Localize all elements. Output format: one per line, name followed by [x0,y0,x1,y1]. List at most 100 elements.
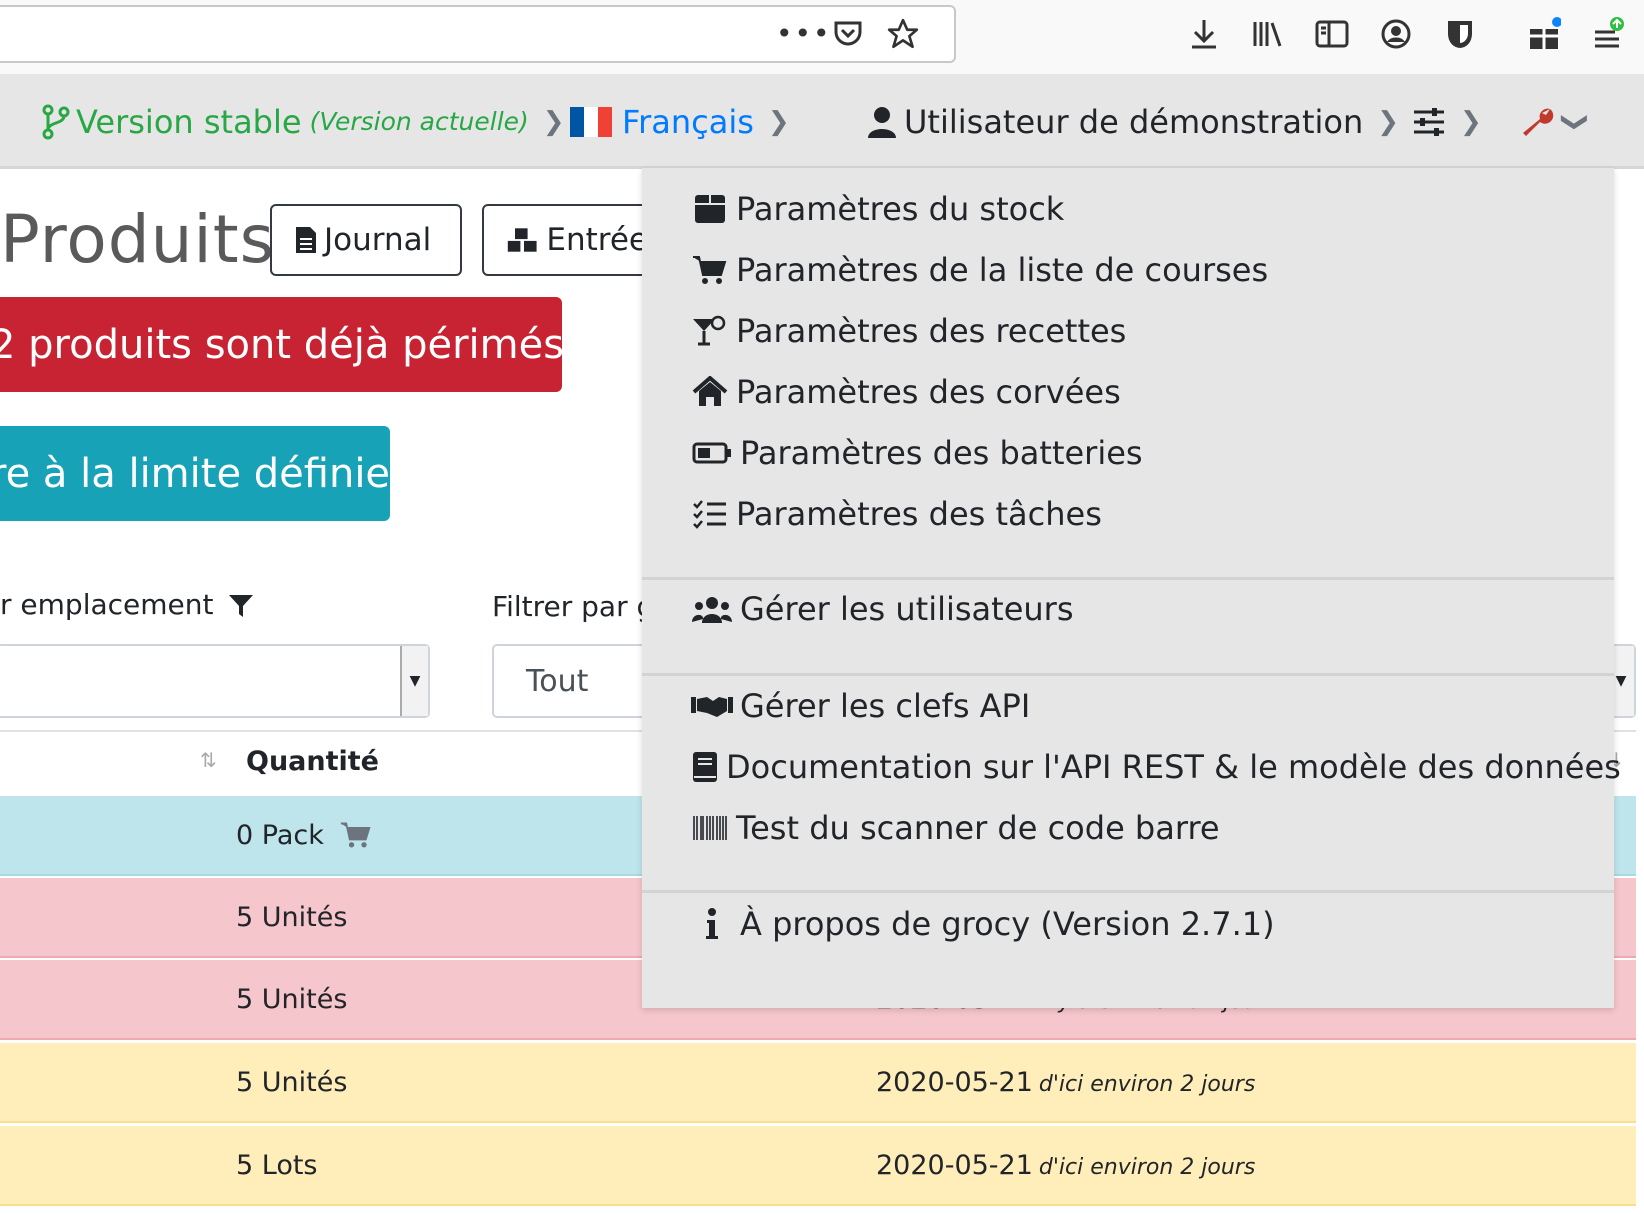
barcode-icon [690,815,730,841]
menu-item-label: À propos de grocy (Version 2.7.1) [740,905,1275,943]
row-date: 2020-05-21 [876,1150,1033,1181]
user-menu[interactable]: Utilisateur de démonstration ❯ [868,102,1399,142]
row-best-before: 2020-05-21 d'ici environ 2 jours [876,1067,1255,1098]
info-icon [690,908,734,940]
menu-item-label: Test du scanner de code barre [736,809,1220,847]
tasks-settings-item[interactable]: Paramètres des tâches [690,486,1102,542]
location-filter-label: r emplacement [0,588,254,621]
limit-alert[interactable]: re à la limite définie [0,426,390,521]
library-icon[interactable] [1248,14,1288,54]
account-icon[interactable] [1376,14,1416,54]
box-icon [690,194,730,224]
pocket-icon[interactable] [832,17,864,53]
chores-settings-item[interactable]: Paramètres des corvées [690,364,1121,420]
manage-api-keys-item[interactable]: Gérer les clefs API [690,678,1030,734]
stock-settings-item[interactable]: Paramètres du stock [690,181,1064,237]
row-quantity: 5 Unités [236,902,348,933]
top-navbar: Version stable (Version actuelle) ❯ Fran… [0,74,1644,169]
page-title: Produits [0,201,276,278]
menu-item-label: Paramètres des corvées [736,373,1121,411]
bitwarden-icon[interactable] [1440,14,1480,54]
bookmark-star-icon[interactable] [886,17,920,55]
shopping-cart-icon [690,254,730,286]
row-relative-date: d'ici environ 2 jours [1038,1072,1256,1097]
row-quantity: 0 Pack [236,820,324,851]
download-icon[interactable] [1184,14,1224,54]
user-label: Utilisateur de démonstration [904,103,1364,141]
cocktail-icon [690,315,730,347]
chevron-right-icon: ❯ [767,107,790,137]
handshake-icon [690,693,734,719]
journal-button-label: Journal [324,222,432,258]
row-quantity: 5 Unités [236,1067,348,1098]
boxes-icon [507,228,537,252]
group-filter-value: Tout [526,664,589,699]
menu-item-label: Paramètres des batteries [740,434,1143,472]
shopping-list-settings-item[interactable]: Paramètres de la liste de courses [690,242,1268,298]
group-filter-select[interactable]: Tout [492,644,652,718]
menu-item-label: Gérer les clefs API [740,687,1031,725]
wrench-icon [1523,108,1554,136]
home-icon [690,376,730,408]
gift-icon[interactable] [1524,14,1564,54]
admin-wrench-menu[interactable]: ❯ [1520,102,1590,142]
row-relative-date: d'ici environ 2 jours [1038,1155,1256,1180]
menu-divider [642,673,1614,676]
barcode-scanner-test-item[interactable]: Test du scanner de code barre [690,800,1220,856]
user-icon [868,107,896,138]
browser-toolbar: ••• [0,0,1644,75]
select-arrow-icon: ▼ [400,646,428,716]
limit-alert-text: re à la limite définie [0,450,390,497]
version-sub-label: (Version actuelle) [309,107,529,136]
table-row[interactable]: 5 Lots 2020-05-21 d'ici environ 2 jours [0,1126,1636,1206]
page-actions-icon[interactable]: ••• [776,17,832,50]
filter-icon [229,595,254,617]
manage-users-item[interactable]: Gérer les utilisateurs [690,581,1074,637]
version-label: Version stable [76,103,302,141]
location-filter-text: r emplacement [0,588,214,621]
chevron-right-icon: ❯ [542,107,565,137]
menu-icon[interactable] [1588,14,1628,54]
location-filter-select[interactable]: ▼ [0,644,430,718]
menu-item-label: Documentation sur l'API REST & le modèle… [726,748,1621,786]
menu-item-label: Paramètres de la liste de courses [736,251,1269,289]
menu-divider [642,890,1614,893]
sort-icon[interactable]: ⇅ [200,748,217,772]
menu-divider [642,577,1614,580]
users-icon [690,595,734,623]
api-docs-item[interactable]: Documentation sur l'API REST & le modèle… [690,739,1621,795]
menu-item-label: Paramètres des tâches [736,495,1102,533]
code-branch-icon [42,104,70,140]
file-icon [296,227,316,253]
entries-button-label: Entrée [546,222,648,258]
menu-item-label: Paramètres des recettes [736,312,1127,350]
menu-item-label: Gérer les utilisateurs [740,590,1074,628]
admin-dropdown-menu: Paramètres du stock Paramètres de la lis… [642,168,1621,1008]
battery-icon [690,442,734,464]
quantity-column-header[interactable]: Quantité [246,746,379,777]
expired-alert-text: 2 produits sont déjà périmés [0,321,562,368]
chevron-right-icon: ❯ [1460,107,1482,137]
row-date: 2020-05-21 [876,1067,1033,1098]
sliders-icon [1414,108,1444,136]
sidebar-icon[interactable] [1312,14,1352,54]
expired-alert[interactable]: 2 produits sont déjà périmés [0,297,562,392]
tasks-icon [690,499,730,529]
journal-button[interactable]: Journal [270,204,462,276]
settings-sliders-menu[interactable]: ❯ [1412,102,1482,142]
batteries-settings-item[interactable]: Paramètres des batteries [690,425,1143,481]
french-flag-icon [570,107,612,137]
url-bar[interactable]: ••• [0,5,956,63]
language-selector[interactable]: Français ❯ [570,102,790,142]
table-row[interactable]: 5 Unités 2020-05-21 d'ici environ 2 jours [0,1043,1636,1123]
group-filter-label: Filtrer par g [492,590,655,623]
book-icon [690,751,720,783]
chevron-right-icon: ❯ [1377,107,1400,137]
row-best-before: 2020-05-21 d'ici environ 2 jours [876,1150,1255,1181]
version-selector[interactable]: Version stable (Version actuelle) ❯ [42,102,565,142]
row-quantity: 5 Unités [236,984,348,1015]
shopping-cart-icon[interactable] [340,820,372,850]
language-label: Français [622,103,754,141]
recipes-settings-item[interactable]: Paramètres des recettes [690,303,1126,359]
about-grocy-item[interactable]: À propos de grocy (Version 2.7.1) [690,896,1275,952]
